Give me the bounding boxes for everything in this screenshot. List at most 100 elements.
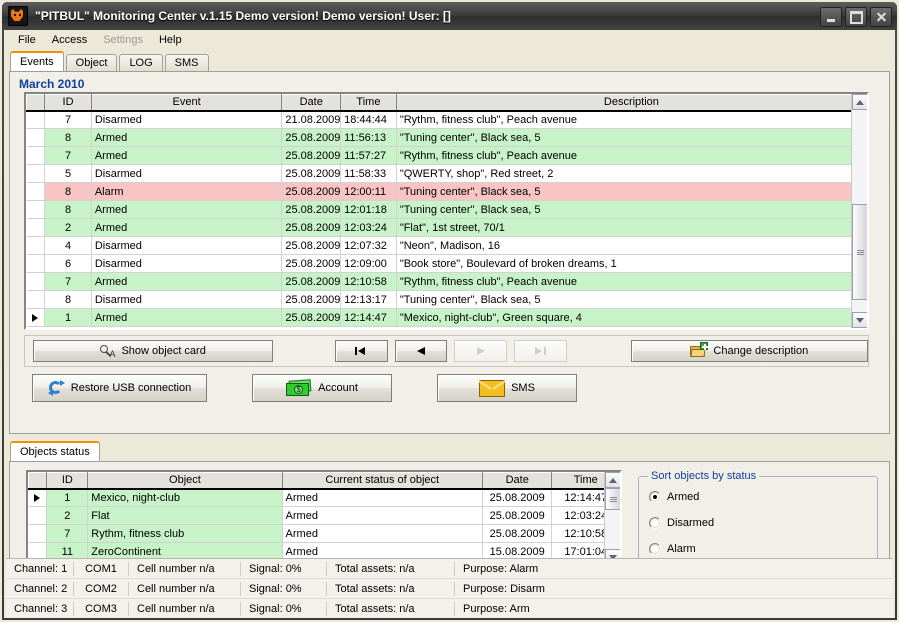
radio-option-armed[interactable]: Armed bbox=[639, 484, 877, 510]
table-row[interactable]: 5 Disarmed 25.08.2009 11:58:33 "QWERTY, shop… bbox=[26, 164, 867, 183]
objects-col-status[interactable]: Current status of object bbox=[281, 472, 483, 490]
tab-sms[interactable]: SMS bbox=[164, 54, 209, 71]
menu-bar: File Access Settings Help bbox=[4, 30, 895, 50]
menu-item-access[interactable]: Access bbox=[44, 32, 95, 48]
table-row[interactable]: 4 Disarmed 25.08.2009 12:07:32 "Neon", Madis… bbox=[26, 236, 867, 255]
objects-col-id[interactable]: ID bbox=[46, 472, 89, 490]
account-button[interactable]: $ Account bbox=[252, 374, 392, 402]
nav-first-button[interactable] bbox=[335, 340, 388, 362]
events-col-date[interactable]: Date bbox=[281, 94, 342, 112]
table-row[interactable]: 8 Alarm 25.08.2009 12:00:11 "Tuning center",… bbox=[26, 182, 867, 201]
objects-scroll-up-button[interactable] bbox=[605, 472, 620, 488]
tab-log[interactable]: LOG bbox=[119, 54, 163, 71]
window-controls bbox=[820, 7, 892, 27]
cell-status: Armed bbox=[282, 506, 483, 525]
tab-objects-status[interactable]: Objects status bbox=[10, 441, 100, 461]
row-indicator[interactable] bbox=[26, 236, 46, 255]
row-indicator[interactable] bbox=[28, 488, 48, 507]
table-row[interactable]: 8 Armed 25.08.2009 12:01:18 "Tuning center",… bbox=[26, 200, 867, 219]
cell-description: "Book store", Boulevard of broken dreams… bbox=[396, 254, 867, 273]
cell-time: 12:01:18 bbox=[340, 200, 397, 219]
events-col-indicator[interactable] bbox=[26, 94, 46, 112]
objects-scrollbar[interactable] bbox=[604, 472, 620, 565]
nav-prev-button[interactable] bbox=[394, 340, 448, 362]
cell-time: 12:13:17 bbox=[340, 290, 397, 309]
objects-col-indicator[interactable] bbox=[28, 472, 48, 490]
events-table-body: 7 Disarmed 21.08.2009 18:44:44 "Rythm, fitne… bbox=[26, 110, 867, 327]
cell-date: 25.08.2009 bbox=[482, 488, 553, 507]
cell-date: 25.08.2009 bbox=[281, 236, 342, 255]
row-indicator[interactable] bbox=[26, 146, 46, 165]
row-indicator[interactable] bbox=[26, 308, 46, 327]
row-indicator[interactable] bbox=[26, 110, 46, 129]
table-row[interactable]: 8 Disarmed 25.08.2009 12:13:17 "Tuning cente… bbox=[26, 290, 867, 309]
table-row[interactable]: 7 Disarmed 21.08.2009 18:44:44 "Rythm, fitne… bbox=[26, 110, 867, 129]
table-row[interactable]: 1 Mexico, night-club Armed 25.08.2009 12:14:… bbox=[28, 488, 620, 507]
events-col-event[interactable]: Event bbox=[90, 94, 283, 112]
table-row[interactable]: 7 Armed 25.08.2009 11:57:27 "Rythm, fitness … bbox=[26, 146, 867, 165]
status-total-assets: Total assets: n/a bbox=[327, 581, 455, 596]
cell-description: "Rythm, fitness club", Peach avenue bbox=[396, 110, 867, 129]
row-indicator[interactable] bbox=[26, 254, 46, 273]
objects-col-object[interactable]: Object bbox=[87, 472, 283, 490]
events-scroll-thumb[interactable] bbox=[852, 204, 867, 300]
table-row[interactable]: 8 Armed 25.08.2009 11:56:13 "Tuning center",… bbox=[26, 128, 867, 147]
show-object-card-button[interactable]: A Show object card bbox=[33, 340, 274, 362]
radio-option-disarmed[interactable]: Disarmed bbox=[639, 510, 877, 536]
tab-object[interactable]: Object bbox=[65, 54, 118, 71]
row-indicator[interactable] bbox=[26, 200, 46, 219]
row-indicator[interactable] bbox=[26, 128, 46, 147]
events-scrollbar[interactable] bbox=[851, 94, 867, 328]
objects-scroll-thumb[interactable] bbox=[605, 488, 620, 510]
scroll-down-button[interactable] bbox=[852, 312, 867, 328]
maximize-icon bbox=[849, 10, 863, 24]
title-bar: "PITBUL" Monitoring Center v.1.15 Demo v… bbox=[2, 2, 897, 30]
radio-disarmed-icon[interactable] bbox=[649, 517, 661, 529]
row-indicator[interactable] bbox=[26, 182, 46, 201]
minimize-button[interactable] bbox=[820, 7, 842, 27]
restore-usb-button[interactable]: Restore USB connection bbox=[32, 374, 207, 402]
table-row[interactable]: 6 Disarmed 25.08.2009 12:09:00 "Book store",… bbox=[26, 254, 867, 273]
cell-description: "Tuning center", Black sea, 5 bbox=[396, 200, 867, 219]
table-row[interactable]: 7 Rythm, fitness club Armed 25.08.2009 12:10… bbox=[28, 524, 620, 543]
cell-time: 12:10:58 bbox=[340, 272, 397, 291]
row-indicator[interactable] bbox=[28, 506, 48, 525]
events-col-id[interactable]: ID bbox=[44, 94, 92, 112]
cell-status: Armed bbox=[282, 524, 483, 543]
menu-item-help[interactable]: Help bbox=[151, 32, 190, 48]
chevron-up-icon bbox=[609, 477, 617, 483]
cell-description: "Flat", 1st street, 70/1 bbox=[396, 218, 867, 237]
radio-alarm-icon[interactable] bbox=[649, 543, 661, 555]
row-indicator[interactable] bbox=[28, 524, 48, 543]
table-row[interactable]: 2 Flat Armed 25.08.2009 12:03:24 bbox=[28, 506, 620, 525]
refresh-icon bbox=[47, 380, 65, 396]
status-purpose: Purpose: Alarm bbox=[463, 562, 539, 575]
table-row[interactable]: 2 Armed 25.08.2009 12:03:24 "Flat", 1st stre… bbox=[26, 218, 867, 237]
change-description-button[interactable]: Change description bbox=[630, 340, 868, 362]
events-col-description[interactable]: Description bbox=[395, 94, 867, 112]
row-indicator[interactable] bbox=[26, 290, 46, 309]
sms-button[interactable]: SMS bbox=[437, 374, 577, 402]
cell-date: 25.08.2009 bbox=[482, 524, 553, 543]
status-channel: Channel: 2 bbox=[6, 581, 74, 596]
scroll-up-button[interactable] bbox=[852, 94, 867, 110]
cell-time: 18:44:44 bbox=[340, 110, 397, 129]
tab-events[interactable]: Events bbox=[10, 51, 64, 71]
radio-armed-icon[interactable] bbox=[649, 491, 661, 503]
row-indicator[interactable] bbox=[26, 272, 46, 291]
row-indicator[interactable] bbox=[26, 218, 46, 237]
maximize-button[interactable] bbox=[845, 7, 867, 27]
table-row[interactable]: 7 Armed 25.08.2009 12:10:58 "Rythm, fitness … bbox=[26, 272, 867, 291]
cell-id: 7 bbox=[44, 272, 92, 291]
cell-date: 25.08.2009 bbox=[281, 308, 342, 327]
table-row[interactable]: 1 Armed 25.08.2009 12:14:47 "Mexico, night-c… bbox=[26, 308, 867, 327]
events-tab-page: March 2010 ID Event Date Time Descriptio… bbox=[9, 71, 890, 434]
cell-date: 25.08.2009 bbox=[281, 182, 342, 201]
menu-item-file[interactable]: File bbox=[10, 32, 44, 48]
close-button[interactable] bbox=[870, 7, 892, 27]
objects-col-date[interactable]: Date bbox=[481, 472, 553, 490]
events-col-time[interactable]: Time bbox=[340, 94, 397, 112]
cell-event: Disarmed bbox=[91, 254, 283, 273]
month-label: March 2010 bbox=[19, 77, 85, 91]
row-indicator[interactable] bbox=[26, 164, 46, 183]
